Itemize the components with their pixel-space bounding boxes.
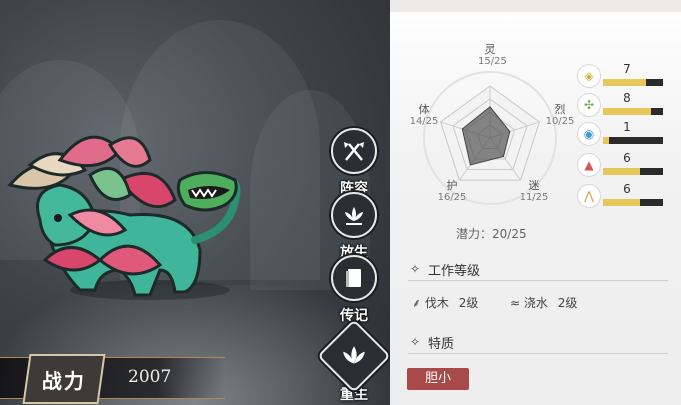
release-button[interactable]: 放生	[326, 192, 382, 262]
combat-power-badge: 战力	[22, 354, 106, 404]
combat-power-bar: 战力 2007	[0, 354, 225, 404]
element-stat-fill	[603, 199, 641, 206]
element-stat-bar	[603, 199, 663, 206]
work-item-logging: ⸙ 伐木 2级	[412, 296, 479, 310]
lotus-icon	[331, 192, 377, 238]
creature-scene: 阵容 放生 传记 重生	[0, 0, 390, 405]
element-stat-value: 8	[623, 91, 631, 105]
attribute-radar-chart	[423, 71, 557, 205]
wood-element-icon: ✣	[577, 93, 601, 117]
combat-power-value: 2007	[128, 367, 172, 387]
work-level-header: ✧ 工作等级	[408, 258, 668, 281]
sparkle-icon: ✧	[410, 262, 421, 276]
element-stat-value: 1	[623, 120, 631, 134]
work-level-title: 工作等级	[428, 264, 481, 279]
element-stat-bar	[603, 108, 663, 115]
combat-power-label: 战力	[42, 368, 86, 393]
element-stat-fill	[603, 137, 609, 144]
lineup-button[interactable]: 阵容	[326, 128, 382, 198]
element-stat-fill	[603, 108, 651, 115]
element-stat-row: ⋀ 6	[577, 182, 667, 208]
element-stat-value: 7	[623, 62, 631, 76]
book-icon	[331, 255, 377, 301]
stats-panel: 灵 15/25 烈 10/25 迷 11/25 护 16/25 体 14/25 潜力：20…	[390, 0, 681, 405]
traits-header: ✧ 特质	[408, 331, 668, 354]
element-stat-row: ✣ 8	[577, 91, 667, 117]
radar-label-guard: 护 16/25	[437, 179, 467, 204]
element-stat-fill	[603, 79, 647, 86]
element-stat-row: ◈ 7	[577, 62, 667, 88]
water-icon: ≈	[510, 296, 521, 310]
creature-sprite	[7, 135, 241, 300]
element-stat-bar	[603, 137, 663, 144]
element-stat-value: 6	[623, 151, 631, 165]
traits-title: 特质	[428, 337, 455, 352]
radar-label-spirit: 灵 15/25	[478, 43, 507, 68]
trait-badge[interactable]: 胆小	[407, 368, 469, 390]
crossed-flags-icon	[331, 128, 377, 174]
element-stat-fill	[603, 168, 641, 175]
radar-label-fierce: 烈 10/25	[545, 103, 575, 128]
biography-button[interactable]: 传记	[326, 255, 382, 325]
potential-text: 潜力：20/25	[456, 227, 527, 241]
metal-element-icon: ⋀	[577, 184, 601, 208]
element-stat-value: 6	[623, 182, 631, 196]
water-element-icon: ◉	[577, 122, 601, 146]
radar-label-agility: 迷 11/25	[519, 179, 549, 204]
element-stat-row: ◉ 1	[577, 120, 667, 146]
work-item-watering: ≈ 浇水 2级	[510, 296, 578, 310]
rebirth-lotus-icon	[317, 319, 390, 393]
sparkle-icon: ✧	[410, 335, 421, 349]
element-stat-bar	[603, 168, 663, 175]
panel-top-strip	[390, 0, 681, 12]
element-stat-bar	[603, 79, 663, 86]
rebirth-button[interactable]: 重生	[317, 319, 390, 404]
axe-icon: ⸙	[412, 296, 422, 310]
element-stat-row: ▲ 6	[577, 151, 667, 177]
radar-label-body: 体 14/25	[409, 103, 439, 128]
earth-element-icon: ◈	[577, 64, 601, 88]
fire-element-icon: ▲	[577, 153, 601, 177]
